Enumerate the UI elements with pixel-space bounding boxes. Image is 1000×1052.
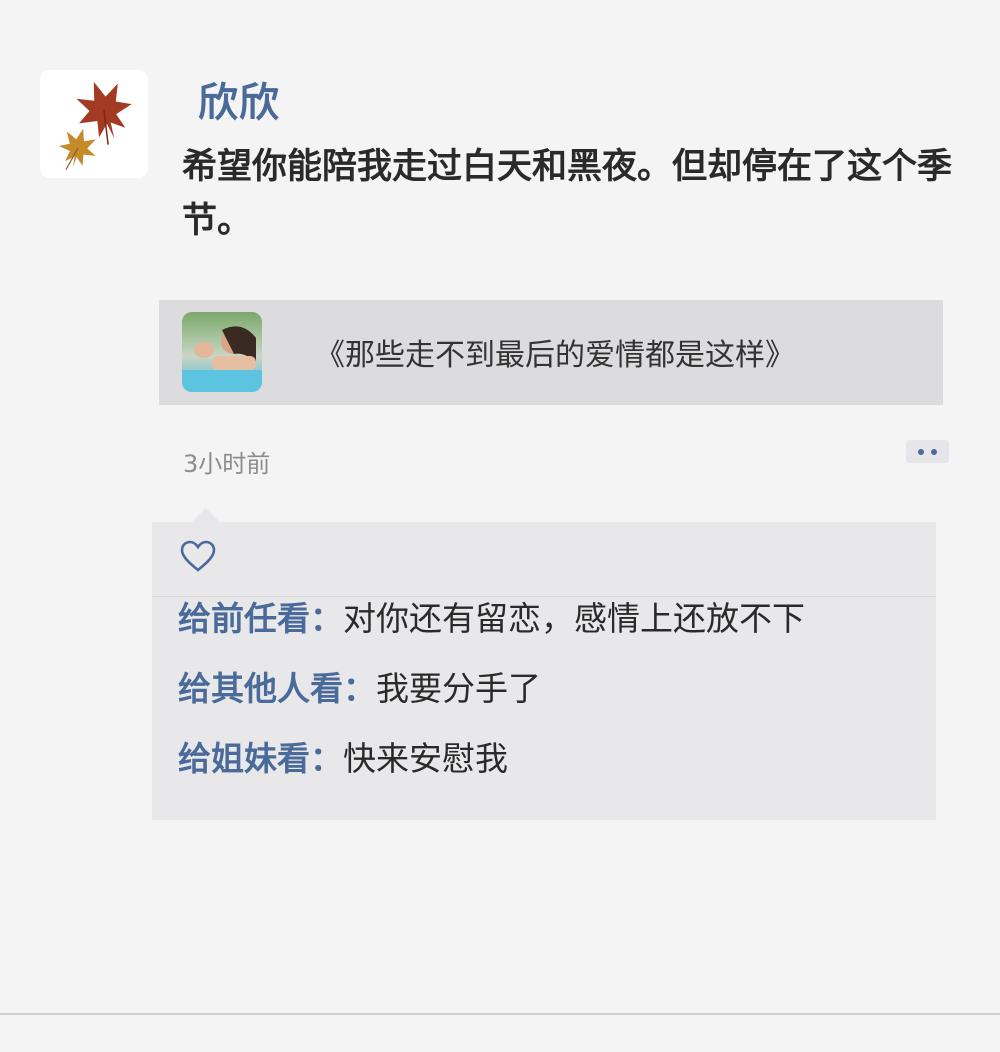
- article-title: 《那些走不到最后的爱情都是这样》: [315, 338, 795, 373]
- heart-icon[interactable]: [180, 540, 216, 574]
- avatar[interactable]: [40, 70, 148, 178]
- divider: [0, 1013, 1000, 1015]
- maple-leaves-icon: [40, 70, 148, 178]
- dot: [918, 448, 924, 455]
- comment-author[interactable]: 给姐妹看：: [178, 739, 343, 778]
- article-thumbnail: [182, 312, 262, 392]
- comment-author[interactable]: 给前任看：: [178, 599, 343, 638]
- comment-section: 给前任看：对你还有留恋，感情上还放不下 给其他人看：我要分手了 给姐妹看：快来安…: [152, 508, 936, 820]
- shared-article-card[interactable]: 《那些走不到最后的爱情都是这样》: [159, 300, 943, 405]
- comment-author[interactable]: 给其他人看：: [178, 669, 376, 708]
- comment-arrow: [192, 508, 220, 522]
- dot: [931, 448, 937, 455]
- comment-item[interactable]: 给其他人看：我要分手了: [178, 662, 541, 710]
- comment-item[interactable]: 给姐妹看：快来安慰我: [178, 732, 508, 780]
- post-timestamp: 3小时前: [183, 450, 271, 478]
- comment-text: 我要分手了: [376, 669, 541, 708]
- more-dots-icon[interactable]: [906, 440, 949, 463]
- comment-text: 对你还有留恋，感情上还放不下: [343, 599, 805, 638]
- comment-item[interactable]: 给前任看：对你还有留恋，感情上还放不下: [178, 592, 805, 640]
- comment-text: 快来安慰我: [343, 739, 508, 778]
- post-text: 希望你能陪我走过白天和黑夜。但却停在了这个季节。: [182, 147, 953, 241]
- like-row: [152, 522, 936, 597]
- username[interactable]: 欣欣: [198, 70, 280, 128]
